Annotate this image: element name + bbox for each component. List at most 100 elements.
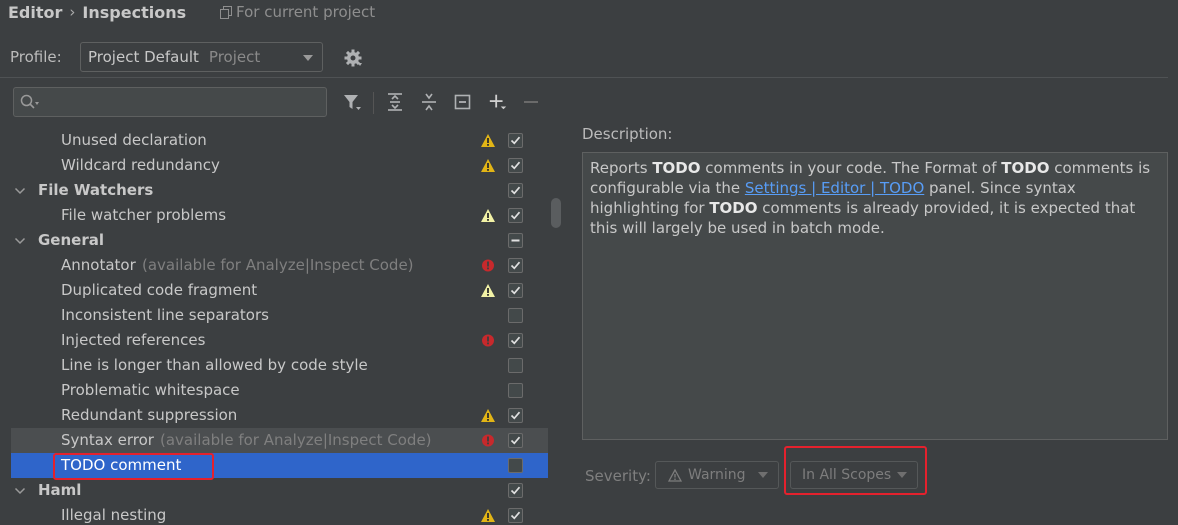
tree-group-row[interactable]: General [11, 228, 548, 253]
checkbox-unchecked[interactable] [508, 383, 523, 398]
tree-group-row[interactable]: File Watchers [11, 178, 548, 203]
chevron-down-icon[interactable] [14, 185, 26, 197]
tree-group-row[interactable]: Haml [11, 478, 548, 503]
checkbox-unchecked[interactable] [508, 458, 523, 473]
description-panel: Reports TODO comments in your code. The … [582, 152, 1168, 440]
severity-dropdown[interactable]: Warning [655, 461, 779, 489]
tree-row[interactable]: Inconsistent line separators [11, 303, 548, 328]
warning-icon [481, 159, 495, 172]
tree-row-label: Unused declaration [61, 131, 207, 149]
tree-row-label: Annotator [61, 256, 136, 274]
tree-row-label: Injected references [61, 331, 206, 349]
tree-row-label: Redundant suppression [61, 406, 238, 424]
profile-hint: Project [208, 48, 261, 66]
profile-dropdown[interactable]: Project Default Project [80, 42, 323, 72]
tree-row-label: Problematic whitespace [61, 381, 240, 399]
checkbox-checked[interactable] [508, 183, 523, 198]
chevron-down-icon[interactable] [14, 485, 26, 497]
chevron-down-icon[interactable] [14, 235, 26, 247]
checkbox-checked[interactable] [508, 133, 523, 148]
weak-warning-icon [481, 209, 495, 222]
tree-row-label: General [38, 231, 104, 249]
tree-row[interactable]: Unused declaration [11, 128, 548, 153]
checkbox-unchecked[interactable] [508, 308, 523, 323]
tree-row-label: Inconsistent line separators [61, 306, 269, 324]
severity-value: Warning [688, 467, 746, 483]
tree-row[interactable]: Annotator (available for Analyze|Inspect … [11, 253, 548, 278]
filter-icon[interactable] [342, 92, 362, 112]
tree-row[interactable]: Injected references [11, 328, 548, 353]
gear-icon[interactable] [343, 48, 363, 68]
header-divider [0, 77, 1168, 78]
reset-icon[interactable] [453, 92, 473, 112]
tree-row-label: Line is longer than allowed by code styl… [61, 356, 368, 374]
description-text-2: comments in your code. The Format of [700, 159, 1002, 177]
tree-row-hint: (available for Analyze|Inspect Code) [142, 256, 414, 274]
tree-row[interactable]: Syntax error (available for Analyze|Inspe… [11, 428, 548, 453]
tree-row[interactable]: Wildcard redundancy [11, 153, 548, 178]
tree-row-label: Syntax error [61, 431, 154, 449]
severity-label: Severity: [585, 467, 651, 485]
checkbox-checked[interactable] [508, 208, 523, 223]
checkbox-checked[interactable] [508, 333, 523, 348]
checkbox-checked[interactable] [508, 433, 523, 448]
breadcrumb-separator: › [69, 3, 76, 21]
collapse-all-icon[interactable] [419, 92, 439, 112]
tree-row[interactable]: Redundant suppression [11, 403, 548, 428]
tree-row[interactable]: Line is longer than allowed by code styl… [11, 353, 548, 378]
error-icon [482, 434, 494, 447]
add-icon[interactable] [488, 92, 508, 112]
copy-icon [220, 5, 232, 19]
checkbox-checked[interactable] [508, 258, 523, 273]
tree-row[interactable]: Duplicated code fragment [11, 278, 548, 303]
warning-icon [668, 468, 682, 482]
warning-icon [481, 134, 495, 147]
warning-icon [481, 409, 495, 422]
tree-row[interactable]: File watcher problems [11, 203, 548, 228]
description-bold-todo-2: TODO [1001, 159, 1050, 177]
tree-row-label: Illegal nesting [61, 506, 167, 524]
tree-row-label: Haml [38, 481, 82, 499]
settings-todo-link[interactable]: Settings | Editor | TODO [745, 179, 924, 197]
toolbar-separator [373, 92, 374, 114]
remove-icon[interactable] [521, 92, 541, 112]
tree-scrollbar-thumb[interactable] [551, 198, 561, 228]
search-input[interactable] [44, 93, 326, 111]
breadcrumb: Editor › Inspections [8, 1, 186, 23]
profile-value: Project Default [88, 48, 199, 66]
tree-row-label: Wildcard redundancy [61, 156, 220, 174]
tree-row-label: File watcher problems [61, 206, 227, 224]
description-title: Description: [582, 125, 673, 143]
chevron-down-icon [303, 55, 313, 61]
checkbox-checked[interactable] [508, 283, 523, 298]
inspection-search-field[interactable] [13, 87, 327, 117]
checkbox-checked[interactable] [508, 408, 523, 423]
tree-row-label: Duplicated code fragment [61, 281, 258, 299]
error-icon [482, 259, 494, 272]
expand-all-icon[interactable] [385, 92, 405, 112]
breadcrumb-item-editor[interactable]: Editor [8, 3, 62, 22]
weak-warning-icon [481, 284, 495, 297]
description-text-1: Reports [590, 159, 653, 177]
highlight-scope-dropdown [784, 446, 927, 495]
error-icon [482, 334, 494, 347]
warning-icon [481, 509, 495, 522]
checkbox-checked[interactable] [508, 508, 523, 523]
checkbox-indeterminate[interactable] [508, 233, 523, 248]
project-scope-note: For current project [220, 1, 375, 23]
checkbox-checked[interactable] [508, 483, 523, 498]
description-bold-todo-3: TODO [709, 199, 758, 217]
checkbox-checked[interactable] [508, 158, 523, 173]
tree-row[interactable]: Illegal nesting [11, 503, 548, 525]
search-icon [20, 94, 39, 109]
inspections-settings-page: Editor › Inspections For current project… [0, 0, 1178, 525]
profile-label: Profile: [10, 48, 62, 66]
tree-row-label: File Watchers [38, 181, 154, 199]
breadcrumb-item-inspections: Inspections [82, 2, 187, 22]
tree-row[interactable]: Problematic whitespace [11, 378, 548, 403]
chevron-down-icon [758, 472, 768, 478]
tree-row-hint: (available for Analyze|Inspect Code) [160, 431, 432, 449]
scope-note-text: For current project [236, 3, 376, 21]
checkbox-unchecked[interactable] [508, 358, 523, 373]
highlight-todo-comment [53, 453, 214, 480]
